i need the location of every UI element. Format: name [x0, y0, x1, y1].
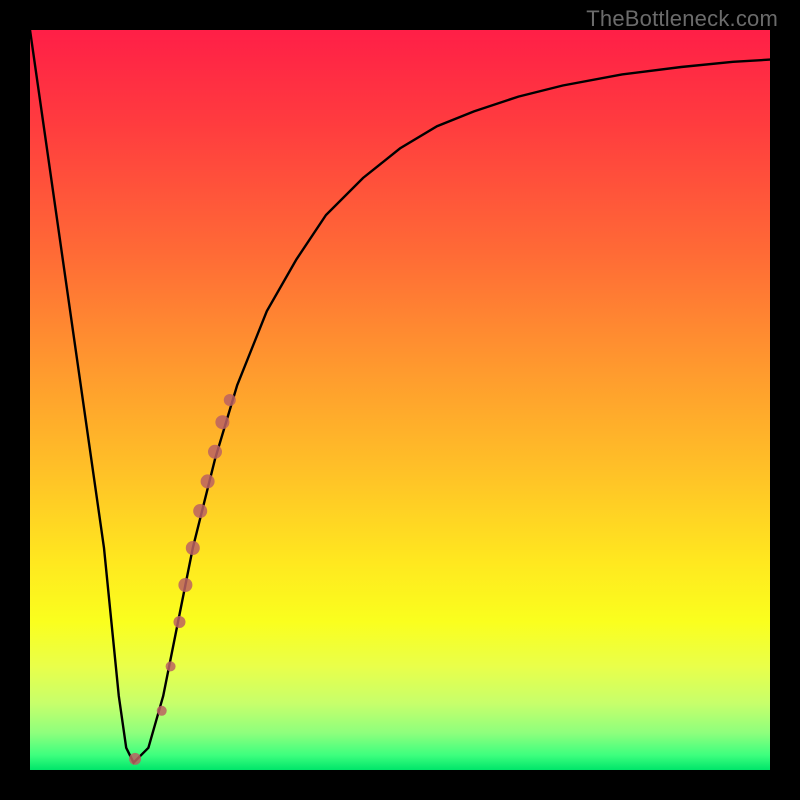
highlight-dot [201, 474, 215, 488]
highlight-dot [208, 445, 222, 459]
highlight-dot [224, 394, 236, 406]
plot-area [30, 30, 770, 770]
highlight-dot [215, 415, 229, 429]
chart-frame: TheBottleneck.com [0, 0, 800, 800]
highlight-dot [157, 706, 167, 716]
highlight-dot [129, 753, 141, 765]
highlight-dot [178, 578, 192, 592]
watermark-text: TheBottleneck.com [586, 6, 778, 32]
bottleneck-curve [30, 30, 770, 763]
curve-layer [30, 30, 770, 770]
highlight-dot [166, 661, 176, 671]
highlight-dot [193, 504, 207, 518]
highlight-dot [186, 541, 200, 555]
highlight-dot [173, 616, 185, 628]
highlight-dots-group [129, 394, 236, 765]
